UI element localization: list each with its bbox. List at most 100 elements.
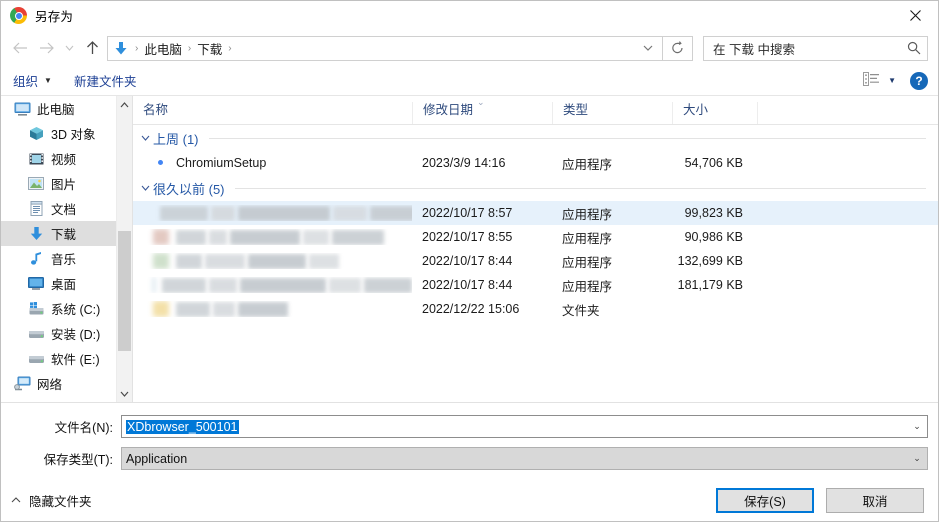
new-folder-button[interactable]: 新建文件夹 [74, 71, 137, 90]
column-header-size[interactable]: 大小 [672, 102, 757, 124]
column-header-name[interactable]: 名称 [133, 102, 412, 124]
sidebar-item-label: 安装 (D:) [51, 328, 101, 342]
table-row[interactable]: ChromiumSetup 2023/3/9 14:16 应用程序 54,706 KB [133, 151, 938, 175]
downloads-icon [27, 226, 45, 242]
sidebar-item-0[interactable]: 此电脑 [1, 96, 132, 121]
file-name-cell [133, 253, 412, 269]
filetype-label: 保存类型(T): [43, 453, 113, 467]
cancel-button[interactable]: 取消 [826, 487, 924, 513]
desktop-icon [27, 276, 45, 292]
view-options-button[interactable]: ▼ [863, 72, 896, 89]
save-button[interactable]: 保存(S) [716, 487, 814, 513]
file-size-cell: 54,706 KB [684, 156, 743, 170]
filename-row: 文件名(N): XDbrowser_500101 ⌄ [11, 415, 928, 438]
hide-folders-label: 隐藏文件夹 [29, 494, 92, 509]
forward-button[interactable] [33, 35, 59, 61]
back-button[interactable] [7, 35, 33, 61]
sidebar-item-2[interactable]: 视频 [1, 146, 132, 171]
redacted-file-name [162, 277, 412, 293]
chevron-down-icon[interactable]: ⌄ [907, 421, 927, 432]
sidebar-item-label: 音乐 [51, 253, 77, 267]
music-icon [27, 251, 45, 267]
sidebar-item-6[interactable]: 音乐 [1, 246, 132, 271]
window-title: 另存为 [35, 10, 74, 24]
redaction-block [176, 253, 202, 269]
sidebar-item-11[interactable]: 网络 [1, 371, 132, 396]
breadcrumb-item-downloads[interactable]: 下载 [194, 39, 225, 58]
sidebar-item-4[interactable]: 文档 [1, 196, 132, 221]
up-button[interactable] [79, 35, 105, 61]
sidebar-item-10[interactable]: 软件 (E:) [1, 346, 132, 371]
file-group-header[interactable]: 很久以前 (5) [133, 175, 938, 201]
sidebar-scrollbar[interactable] [116, 96, 132, 402]
filename-combobox[interactable]: XDbrowser_500101 ⌄ [121, 415, 928, 438]
file-date-cell: 2023/3/9 14:16 [422, 156, 506, 170]
scrollbar-thumb[interactable] [118, 231, 131, 351]
scroll-up-arrow-icon[interactable] [117, 96, 132, 113]
file-size-cell: 99,823 KB [684, 206, 743, 220]
table-row[interactable]: 2022/10/17 8:55 应用程序 90,986 KB [133, 225, 938, 249]
organize-button[interactable]: 组织 ▼ [13, 71, 52, 90]
column-header-date[interactable]: ⌄ 修改日期 [412, 97, 552, 124]
close-button[interactable] [892, 1, 938, 30]
file-size-cell: 90,986 KB [684, 230, 743, 244]
address-bar[interactable]: › 此电脑 › 下载 › [107, 35, 663, 61]
redacted-folder-icon [153, 301, 169, 317]
file-rows: 上周 (1) ChromiumSetup 2023/3/9 14:16 应用程序 54,… [133, 125, 938, 321]
refresh-button[interactable] [663, 35, 693, 61]
file-name-cell [133, 229, 412, 245]
chrome-icon [10, 7, 27, 24]
file-type-cell: 文件夹 [562, 303, 600, 318]
sidebar-item-5[interactable]: 下载 [1, 221, 132, 246]
group-divider [234, 187, 926, 189]
filetype-row: 保存类型(T): Application ⌄ [11, 447, 928, 470]
sidebar-item-8[interactable]: 系统 (C:) [1, 296, 132, 321]
recent-locations-button[interactable] [59, 35, 79, 61]
filename-value: XDbrowser_500101 [126, 419, 239, 434]
hide-folders-toggle[interactable]: 隐藏文件夹 [11, 491, 92, 510]
list-view-icon [863, 72, 880, 89]
organize-label: 组织 [13, 75, 39, 89]
redacted-file-name [160, 205, 412, 221]
3d-objects-icon [27, 126, 45, 142]
scroll-down-arrow-icon[interactable] [117, 385, 132, 402]
breadcrumb-separator: › [228, 42, 232, 54]
redaction-block [211, 205, 235, 221]
filetype-combobox[interactable]: Application ⌄ [121, 447, 928, 470]
table-row[interactable]: 2022/12/22 15:06 文件夹 [133, 297, 938, 321]
redacted-icon [153, 253, 169, 269]
drive-icon [27, 351, 45, 367]
table-row[interactable]: 2022/10/17 8:57 应用程序 99,823 KB [133, 201, 938, 225]
file-group-label: 上周 (1) [153, 131, 199, 147]
pictures-icon [27, 176, 45, 192]
file-type-cell: 应用程序 [562, 157, 613, 172]
network-icon [13, 376, 31, 392]
dialog-footer: 隐藏文件夹 保存(S) 取消 [1, 479, 938, 521]
table-row[interactable]: 2022/10/17 8:44 应用程序 181,179 KB [133, 273, 938, 297]
sidebar-item-label: 文档 [51, 203, 77, 217]
chevron-down-icon[interactable]: ⌄ [907, 453, 927, 464]
sidebar-item-9[interactable]: 安装 (D:) [1, 321, 132, 346]
sidebar-item-label: 网络 [37, 378, 63, 392]
sidebar-item-7[interactable]: 桌面 [1, 271, 132, 296]
address-dropdown-icon[interactable] [634, 37, 662, 60]
title-bar: 另存为 [1, 1, 938, 30]
breadcrumb-item-computer[interactable]: 此电脑 [141, 39, 185, 58]
search-box[interactable]: 在 下载 中搜索 [703, 35, 928, 61]
chevron-down-icon: ▼ [44, 76, 52, 85]
sidebar-item-label: 下载 [51, 228, 77, 242]
sidebar-item-label: 软件 (E:) [51, 353, 100, 367]
windows-drive-icon [27, 301, 45, 317]
file-group-header[interactable]: 上周 (1) [133, 125, 938, 151]
sidebar-item-3[interactable]: 图片 [1, 171, 132, 196]
file-date-cell: 2022/10/17 8:44 [422, 254, 513, 268]
help-button[interactable]: ? [910, 71, 928, 90]
table-row[interactable]: 2022/10/17 8:44 应用程序 132,699 KB [133, 249, 938, 273]
column-header-type[interactable]: 类型 [552, 102, 672, 124]
sidebar-item-1[interactable]: 3D 对象 [1, 121, 132, 146]
redaction-block [213, 301, 235, 317]
filename-input[interactable]: XDbrowser_500101 [122, 419, 907, 434]
search-input[interactable]: 在 下载 中搜索 [704, 39, 901, 58]
redaction-block [176, 301, 210, 317]
chevron-down-icon: ▼ [888, 76, 896, 85]
